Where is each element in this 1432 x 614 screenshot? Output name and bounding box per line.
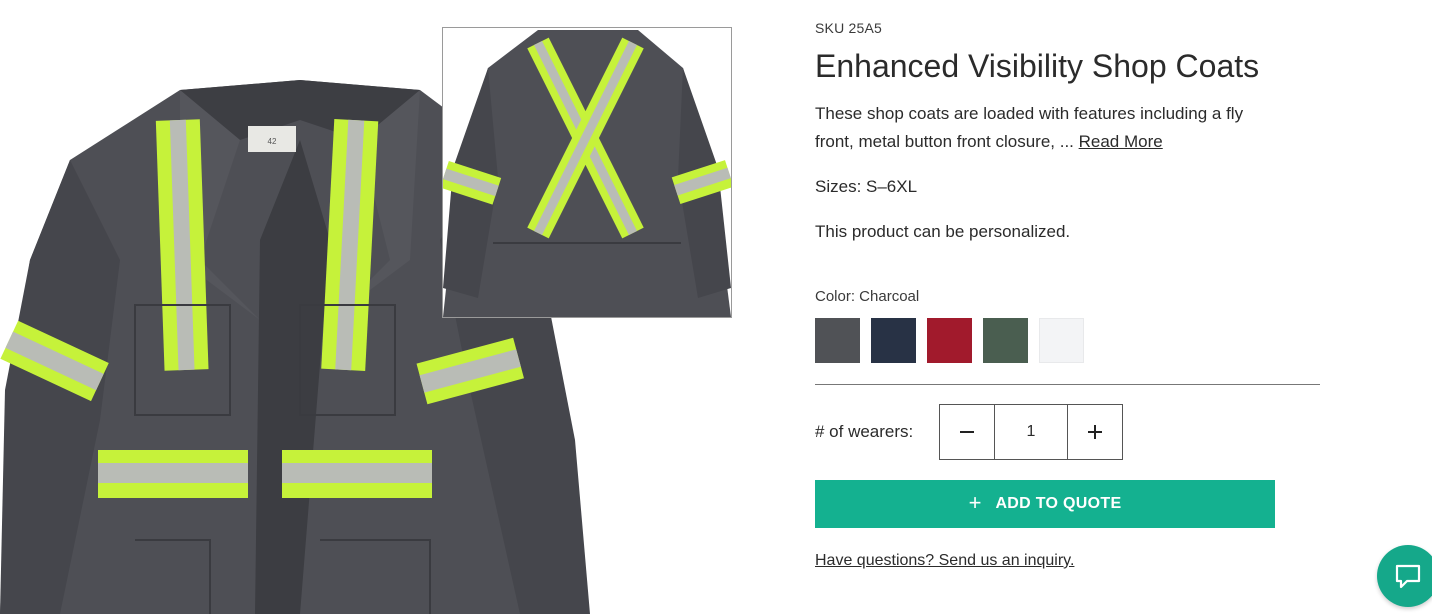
product-back-thumbnail[interactable] [442,27,732,318]
product-page: 42 SKU 25A5 Enhanced Visibility Shop Coa… [0,0,1432,614]
inquiry-link[interactable]: Have questions? Send us an inquiry. [815,552,1074,570]
wearers-label: # of wearers: [815,422,914,441]
minus-icon [960,431,974,433]
swatch-charcoal[interactable] [815,318,860,363]
product-title: Enhanced Visibility Shop Coats [815,48,1260,84]
wearers-stepper: 1 [939,404,1123,460]
garment-tag-text: 42 [268,137,277,146]
swatch-white[interactable] [1039,318,1084,363]
add-plus-icon: + [968,490,982,515]
decrement-button[interactable] [939,404,995,460]
product-sku: SKU 25A5 [815,20,882,36]
color-label: Color: Charcoal [815,288,920,305]
swatch-red[interactable] [927,318,972,363]
add-to-quote-button[interactable]: + ADD TO QUOTE [815,480,1275,528]
plus-icon [1088,425,1102,439]
chat-icon [1395,564,1421,589]
swatch-navy[interactable] [871,318,916,363]
increment-button[interactable] [1067,404,1123,460]
section-divider [815,384,1320,385]
product-description-text: These shop coats are loaded with feature… [815,104,1244,151]
personalization-note: This product can be personalized. [815,222,1071,241]
add-to-quote-label: ADD TO QUOTE [995,495,1122,512]
read-more-link[interactable]: Read More [1079,132,1163,151]
product-description: These shop coats are loaded with feature… [815,100,1285,156]
wearers-quantity-input[interactable]: 1 [995,404,1067,460]
swatch-green[interactable] [983,318,1028,363]
color-swatches [815,318,1084,363]
product-sizes: Sizes: S–6XL [815,177,918,196]
chat-button[interactable] [1377,545,1432,607]
